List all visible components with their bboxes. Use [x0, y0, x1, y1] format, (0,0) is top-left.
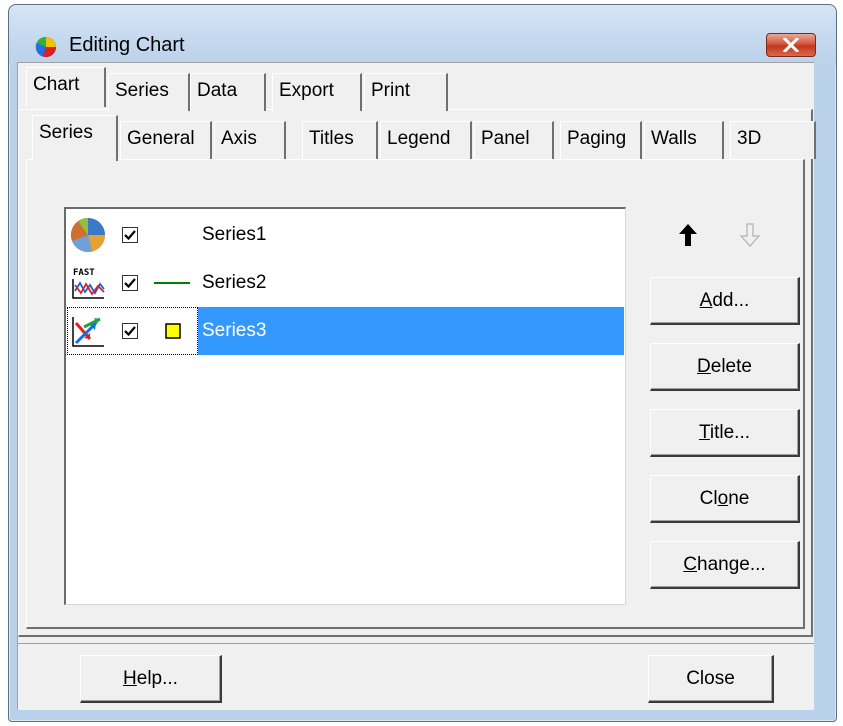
add-button[interactable]: Add... — [650, 277, 800, 325]
tab-export[interactable]: Export — [272, 73, 362, 111]
tab-label: Paging — [567, 128, 627, 149]
checkmark-icon — [124, 230, 136, 241]
arrow-series-icon — [71, 314, 105, 348]
title-button[interactable]: Title... — [650, 409, 800, 457]
series-name: Series1 — [202, 224, 267, 245]
tab-label: Series — [115, 80, 169, 101]
clone-button[interactable]: Clone — [650, 475, 800, 523]
tab-label: Chart — [33, 74, 80, 95]
series-visible-checkbox[interactable] — [122, 227, 138, 243]
arrow-up-icon[interactable] — [678, 223, 698, 247]
button-label: Help... — [123, 667, 178, 689]
title-bar[interactable]: Editing Chart — [9, 5, 836, 65]
arrow-down-icon[interactable] — [740, 223, 760, 247]
subtab-walls[interactable]: Walls — [644, 121, 724, 159]
series-visible-checkbox[interactable] — [122, 275, 138, 291]
subtab-3d[interactable]: 3D — [730, 121, 816, 159]
tab-label: Titles — [309, 128, 354, 149]
close-icon — [783, 38, 799, 52]
tab-label: Walls — [651, 128, 697, 149]
tab-label: Print — [371, 80, 411, 101]
subtab-axis[interactable]: Axis — [214, 121, 286, 159]
tab-chart[interactable]: Chart — [26, 67, 106, 107]
fast-line-icon: FAST — [71, 266, 105, 300]
subtab-paging[interactable]: Paging — [560, 121, 642, 159]
series-row-2[interactable]: FAST Series2 — [66, 259, 624, 307]
series-square-marker — [165, 323, 181, 339]
window-close-button[interactable] — [766, 33, 816, 57]
tab-label: 3D — [737, 128, 762, 149]
pie-chart-icon — [70, 217, 105, 253]
button-label: Add... — [699, 289, 750, 311]
tab-label: Legend — [387, 128, 451, 149]
button-label: Clone — [699, 487, 750, 509]
tab-label: General — [127, 128, 195, 149]
subtab-general[interactable]: General — [120, 121, 212, 159]
tab-label: Panel — [481, 128, 530, 149]
button-label: Delete — [697, 355, 752, 377]
help-button[interactable]: Help... — [80, 655, 222, 703]
button-label: Change... — [683, 553, 766, 575]
dialog-client-area: Chart Series Data Export Print Series Ge… — [17, 62, 816, 710]
window-title: Editing Chart — [69, 34, 185, 56]
app-icon — [35, 36, 56, 57]
tab-label: Series — [39, 122, 93, 143]
checkmark-icon — [124, 326, 136, 337]
button-label: Close — [686, 667, 735, 689]
series-name: Series2 — [202, 272, 267, 293]
svg-text:FAST: FAST — [73, 268, 95, 278]
series-row-3[interactable]: Series3 — [66, 307, 624, 355]
series-listbox[interactable]: Series1 FAST Series2 Series3 — [64, 207, 626, 605]
button-label: Title... — [698, 421, 751, 443]
close-button[interactable]: Close — [648, 655, 774, 703]
tab-label: Data — [197, 80, 238, 101]
series-name: Series3 — [198, 307, 624, 355]
tab-label: Export — [279, 80, 334, 101]
subtab-legend[interactable]: Legend — [380, 121, 472, 159]
series-visible-checkbox[interactable] — [122, 323, 138, 339]
tab-print[interactable]: Print — [364, 73, 448, 111]
subtab-panel[interactable]: Panel — [474, 121, 554, 159]
subtab-series[interactable]: Series — [32, 115, 118, 161]
series-row-1[interactable]: Series1 — [66, 211, 624, 259]
series-line-marker — [154, 282, 190, 284]
delete-button[interactable]: Delete — [650, 343, 800, 391]
tab-label: Axis — [221, 128, 257, 149]
subtab-titles[interactable]: Titles — [302, 121, 378, 159]
tab-series[interactable]: Series — [108, 73, 190, 111]
checkmark-icon — [124, 278, 136, 289]
change-button[interactable]: Change... — [650, 541, 800, 589]
tab-data[interactable]: Data — [190, 73, 266, 111]
